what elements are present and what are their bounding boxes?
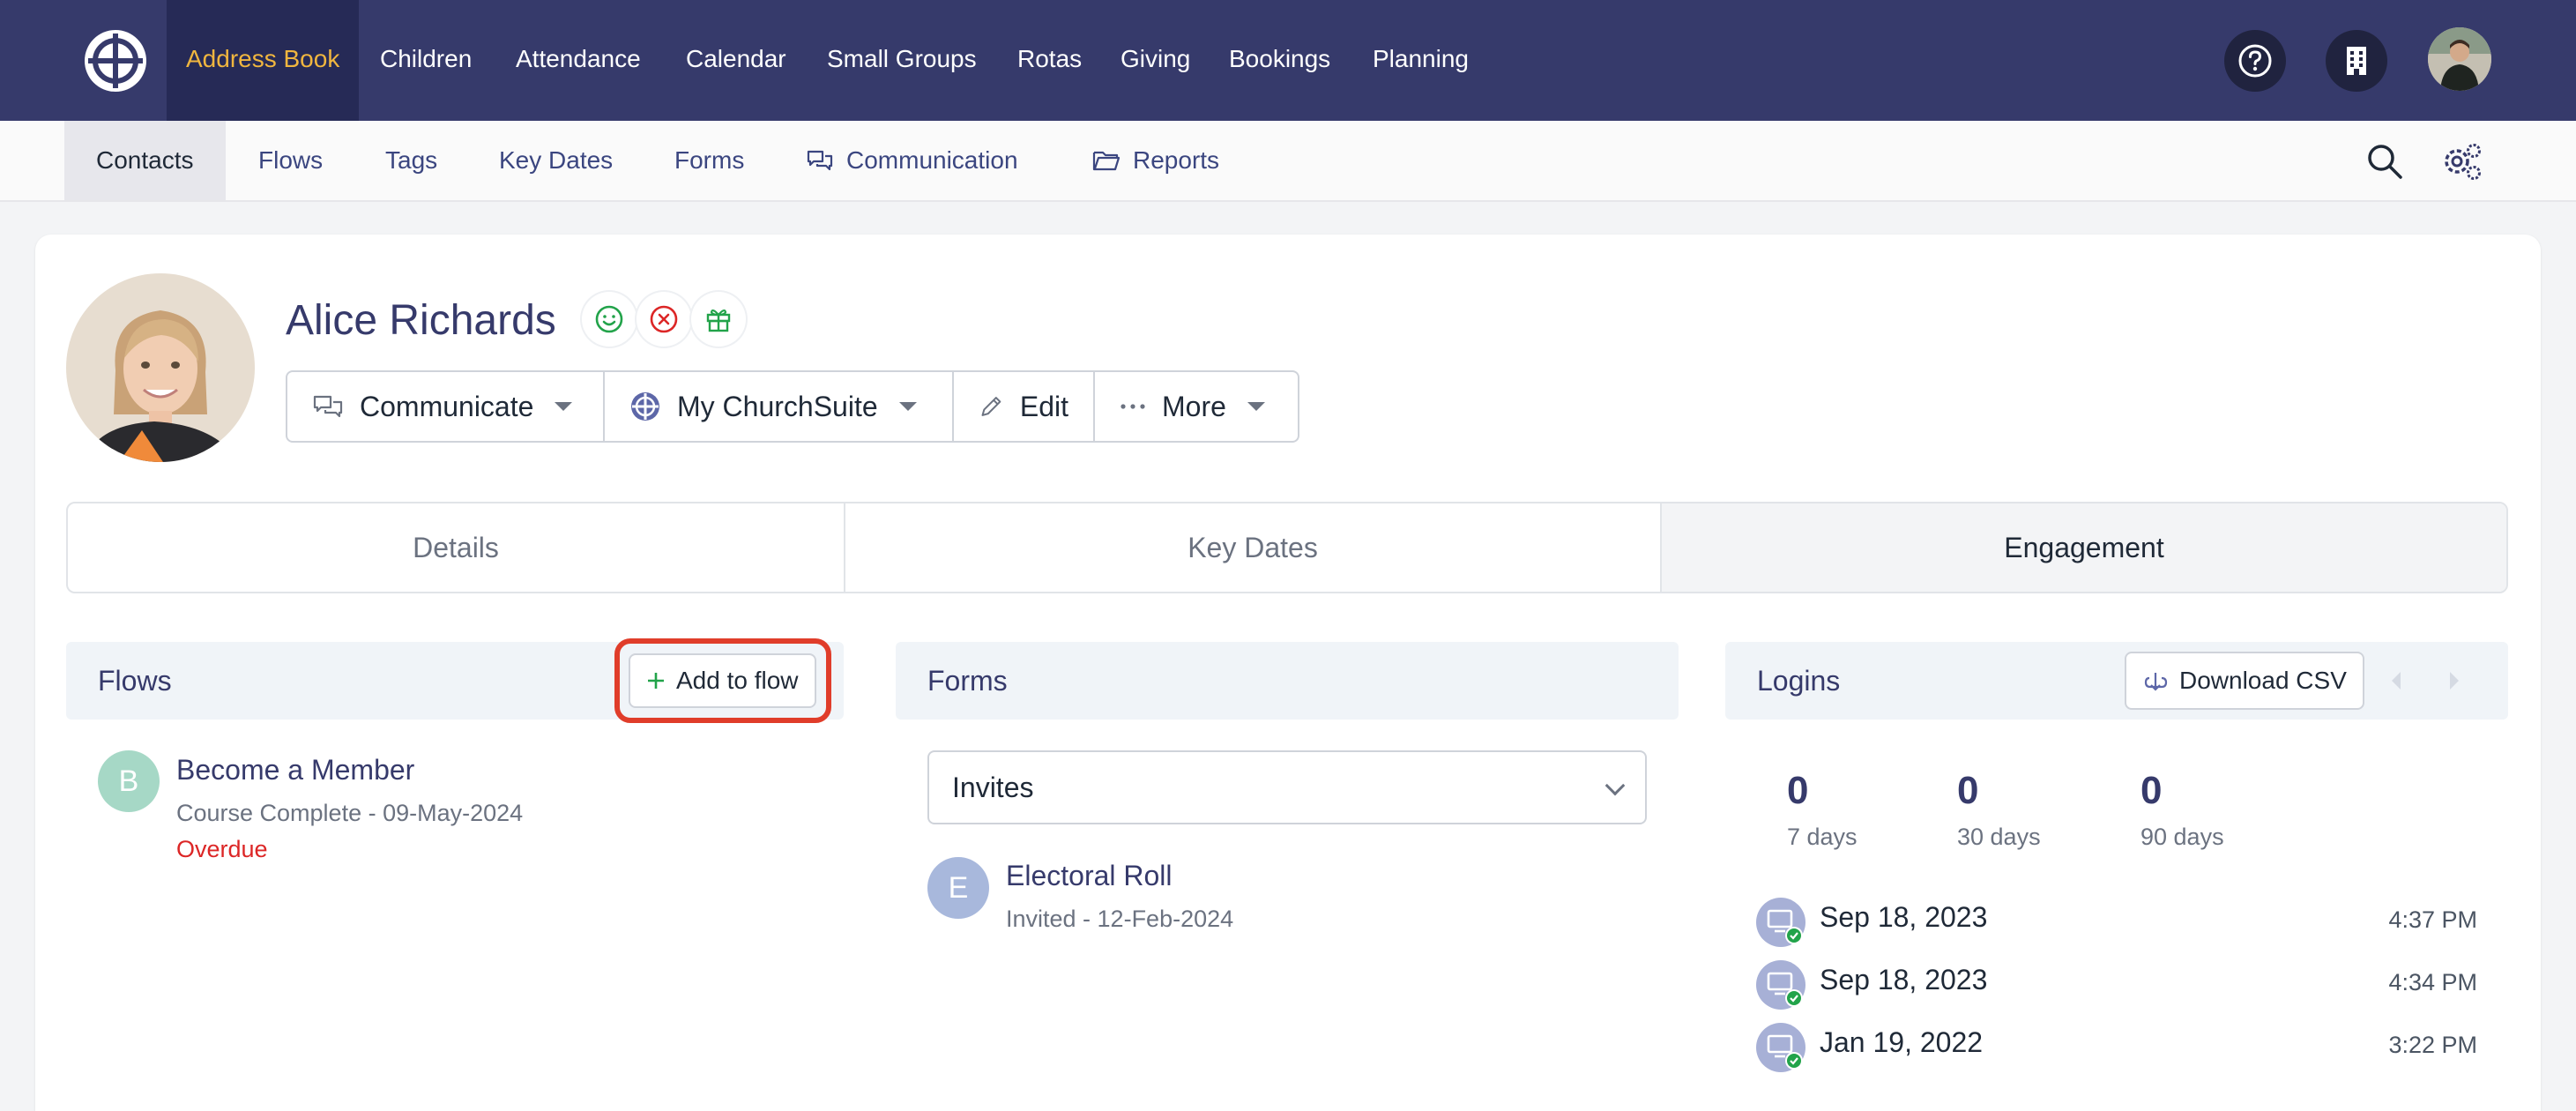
tab-engagement[interactable]: Engagement [1662,503,2506,592]
nav-bookings[interactable]: Bookings [1229,0,1330,121]
chevron-down-icon [1604,775,1626,796]
forms-title: Forms [927,665,1008,697]
chevron-down-icon [898,402,917,411]
nav-address-book[interactable]: Address Book [167,0,360,121]
desktop-login-icon [1756,960,1805,1010]
building-icon [2347,47,2366,75]
nav-calendar[interactable]: Calendar [686,0,786,121]
nav-planning[interactable]: Planning [1373,0,1469,121]
tab-details[interactable]: Details [68,503,845,592]
subnav-tags[interactable]: Tags [385,121,437,200]
gears-icon [2445,144,2481,180]
logins-7-days-count: 0 [1787,769,1809,812]
churchsuite-icon [631,392,659,421]
contact-tabs: Details Key Dates Engagement [66,502,2508,593]
user-avatar[interactable] [2428,27,2491,91]
subnav-communication[interactable]: Communication [806,121,1018,200]
login-entry: Sep 18, 2023 4:34 PM [1756,958,2477,1011]
logins-30-days-count: 0 [1957,769,1979,812]
nav-attendance[interactable]: Attendance [516,0,641,121]
settings-button[interactable] [2442,142,2483,183]
flows-title: Flows [98,665,172,697]
flow-status: Course Complete - 09-May-2024 [176,800,524,826]
form-title-link[interactable]: Electoral Roll [1006,860,1173,892]
download-csv-button[interactable]: Download CSV [2125,652,2364,710]
pencil-icon [981,397,1001,416]
status-icons [582,292,746,350]
smile-icon[interactable] [582,292,637,347]
desktop-login-icon [1756,1023,1805,1072]
nav-children[interactable]: Children [380,0,472,121]
x-circle-icon[interactable] [637,292,691,347]
form-status: Invited - 12-Feb-2024 [1006,906,1234,932]
contact-name: Alice Richards [286,297,556,344]
prev-page-icon[interactable] [2388,670,2404,696]
top-navigation: Address Book Children Attendance Calenda… [0,0,2576,121]
edit-button[interactable]: Edit [954,372,1095,441]
download-icon [2144,673,2168,691]
help-icon [2238,44,2272,78]
logins-30-days-label: 30 days [1957,824,2041,850]
more-button[interactable]: More [1095,372,1298,441]
highlight-frame [614,638,831,723]
sub-navigation: Contacts Flows Tags Key Dates Forms Comm… [0,121,2576,202]
logins-7-days-label: 7 days [1787,824,1858,850]
my-churchsuite-button[interactable]: My ChurchSuite [605,372,954,441]
help-button[interactable] [2224,30,2286,92]
contact-action-bar: Communicate My ChurchSuite Edit More [286,370,1299,443]
logins-title: Logins [1757,665,1841,697]
nav-small-groups[interactable]: Small Groups [827,0,977,121]
nav-rotas[interactable]: Rotas [1017,0,1082,121]
flow-overdue-label: Overdue [176,836,268,862]
form-avatar: E [927,857,989,919]
logins-panel-header: Logins Download CSV [1725,642,2508,720]
forms-panel-header: Forms [896,642,1679,720]
subnav-reports[interactable]: Reports [1092,121,1219,200]
chevron-down-icon [1247,402,1265,411]
folder-icon [1092,151,1120,171]
desktop-login-icon [1756,898,1805,947]
subnav-flows[interactable]: Flows [258,121,323,200]
nav-giving[interactable]: Giving [1120,0,1190,121]
next-page-icon[interactable] [2446,670,2462,696]
gift-icon[interactable] [691,292,746,347]
churchsuite-logo-icon[interactable] [83,28,148,93]
tab-key-dates[interactable]: Key Dates [845,503,1662,592]
subnav-forms[interactable]: Forms [674,121,744,200]
subnav-contacts[interactable]: Contacts [64,121,226,200]
ellipsis-icon [1120,404,1145,409]
search-button[interactable] [2365,142,2404,181]
logins-90-days-label: 90 days [2140,824,2224,850]
search-icon [2368,145,2402,179]
flow-avatar: B [98,750,160,812]
chevron-down-icon [555,402,573,411]
logins-90-days-count: 0 [2140,769,2163,812]
forms-filter-select[interactable]: Invites [927,750,1647,824]
organisation-button[interactable] [2326,30,2387,92]
chat-icon [313,395,343,418]
flow-title-link[interactable]: Become a Member [176,754,414,787]
subnav-key-dates[interactable]: Key Dates [499,121,613,200]
chat-icon [807,150,833,171]
login-entry: Sep 18, 2023 4:37 PM [1756,896,2477,949]
login-entry: Jan 19, 2022 3:22 PM [1756,1021,2477,1074]
communicate-button[interactable]: Communicate [287,372,605,441]
contact-photo [66,273,255,462]
